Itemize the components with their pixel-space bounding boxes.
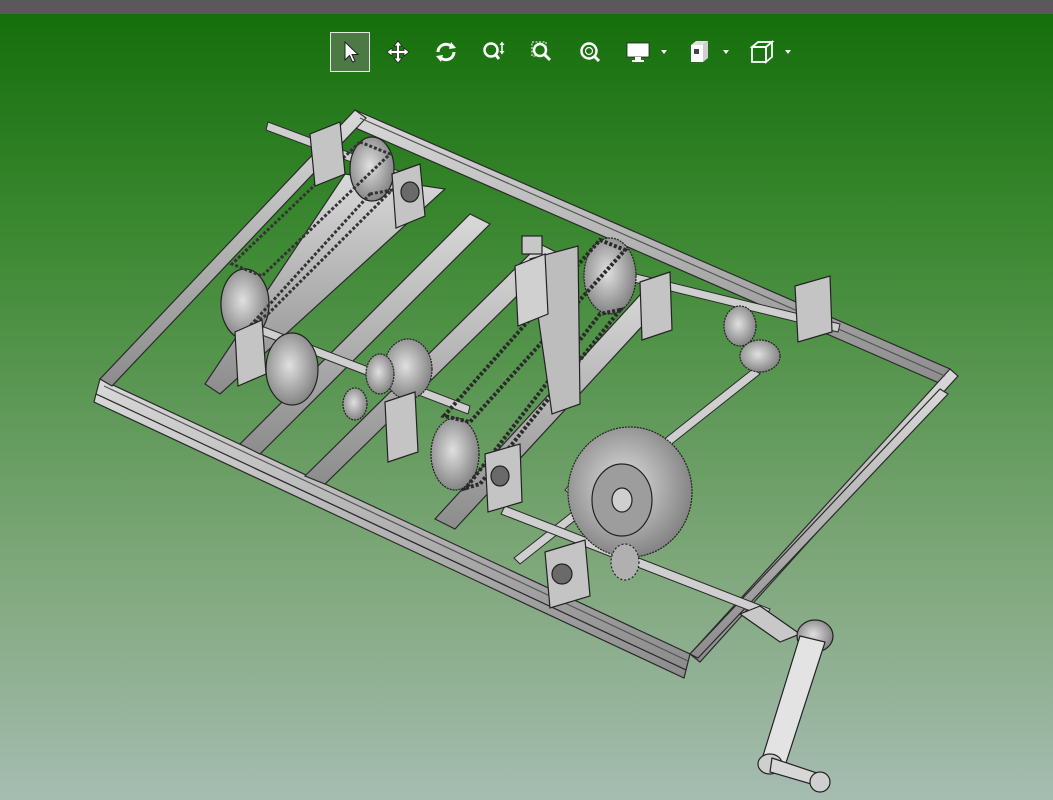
chevron-down-icon[interactable] (660, 48, 668, 56)
view-orientation-group (680, 32, 742, 72)
pan-tool-button[interactable] (378, 32, 418, 72)
rotate-tool-button[interactable] (426, 32, 466, 72)
select-tool-button[interactable] (330, 32, 370, 72)
zoom-fit-icon (580, 42, 601, 63)
chevron-down-icon[interactable] (784, 48, 792, 56)
zoom-fit-button[interactable] (570, 32, 610, 72)
hand-crank[interactable] (738, 605, 834, 793)
cube-icon (749, 40, 775, 64)
monitor-icon (626, 42, 650, 62)
chevron-down-icon[interactable] (722, 48, 730, 56)
window-title-bar (0, 0, 1053, 14)
display-style-group (618, 32, 680, 72)
standard-views-button[interactable] (742, 32, 782, 72)
cad-assembly-model[interactable] (0, 14, 1053, 800)
pan-move-icon (386, 40, 410, 64)
zoom-tool-button[interactable] (474, 32, 514, 72)
view-orientation-icon (691, 41, 708, 62)
3d-viewport[interactable] (0, 14, 1053, 800)
zoom-window-button[interactable] (522, 32, 562, 72)
zoom-updown-icon (483, 41, 505, 60)
zoom-window-icon (531, 41, 552, 62)
view-toolbar (330, 32, 804, 72)
standard-views-group (742, 32, 804, 72)
display-style-button[interactable] (618, 32, 658, 72)
select-arrow-icon (344, 40, 360, 63)
view-orientation-button[interactable] (680, 32, 720, 72)
rotate-icon (436, 42, 456, 62)
frame-extrusions (93, 109, 959, 679)
